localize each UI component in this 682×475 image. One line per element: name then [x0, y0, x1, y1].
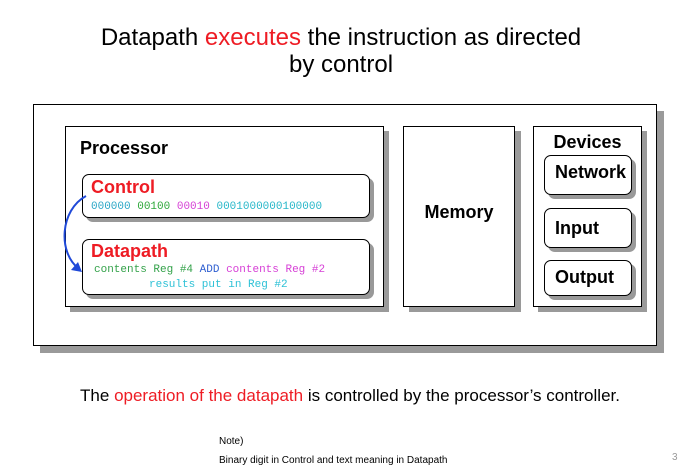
title-highlight: executes — [204, 24, 301, 51]
datapath-operand-2: contents Reg #2 — [226, 264, 326, 276]
memory-label: Memory — [424, 202, 494, 222]
binary-field-4: 0001000000100000 — [216, 201, 323, 213]
datapath-operand-1: contents Reg #4 — [94, 264, 194, 276]
datapath-label: Datapath — [91, 241, 169, 261]
datapath-op: ADD — [199, 264, 220, 276]
control-label: Control — [91, 177, 155, 197]
network-label: Network — [555, 162, 627, 182]
input-label: Input — [555, 218, 599, 238]
input-box: Input — [544, 208, 632, 248]
datapath-line-2: results put in Reg #2 — [149, 279, 288, 291]
slide-title: Datapath executes the instruction as dir… — [0, 24, 682, 78]
binary-field-2: 00100 — [137, 201, 171, 213]
statement-highlight: operation of the datapath — [114, 386, 304, 405]
control-box: Control 000000 00100 00010 0001000000100… — [82, 174, 370, 218]
note-text: Binary digit in Control and text meaning… — [219, 455, 448, 466]
statement: The operation of the datapath is control… — [0, 386, 682, 406]
title-text-2: the instruction as directed — [300, 24, 582, 51]
statement-before: The — [80, 386, 115, 405]
control-binary: 000000 00100 00010 0001000000100000 — [91, 201, 322, 213]
network-box: Network — [544, 155, 632, 195]
title-text-3: by control — [288, 51, 394, 78]
datapath-box: Datapath contents Reg #4 ADD contents Re… — [82, 239, 370, 295]
datapath-line-1: contents Reg #4 ADD contents Reg #2 — [94, 264, 325, 276]
control-to-datapath-arrow — [63, 195, 87, 272]
output-box: Output — [544, 260, 632, 296]
binary-field-3: 00010 — [176, 201, 210, 213]
processor-label: Processor — [80, 138, 169, 158]
output-label: Output — [555, 267, 614, 287]
title-text-1: Datapath — [100, 24, 205, 51]
statement-after: is controlled by the processor’s control… — [303, 386, 620, 405]
note-heading: Note) — [219, 436, 244, 447]
page-number: 3 — [672, 452, 678, 463]
devices-label: Devices — [553, 132, 622, 152]
